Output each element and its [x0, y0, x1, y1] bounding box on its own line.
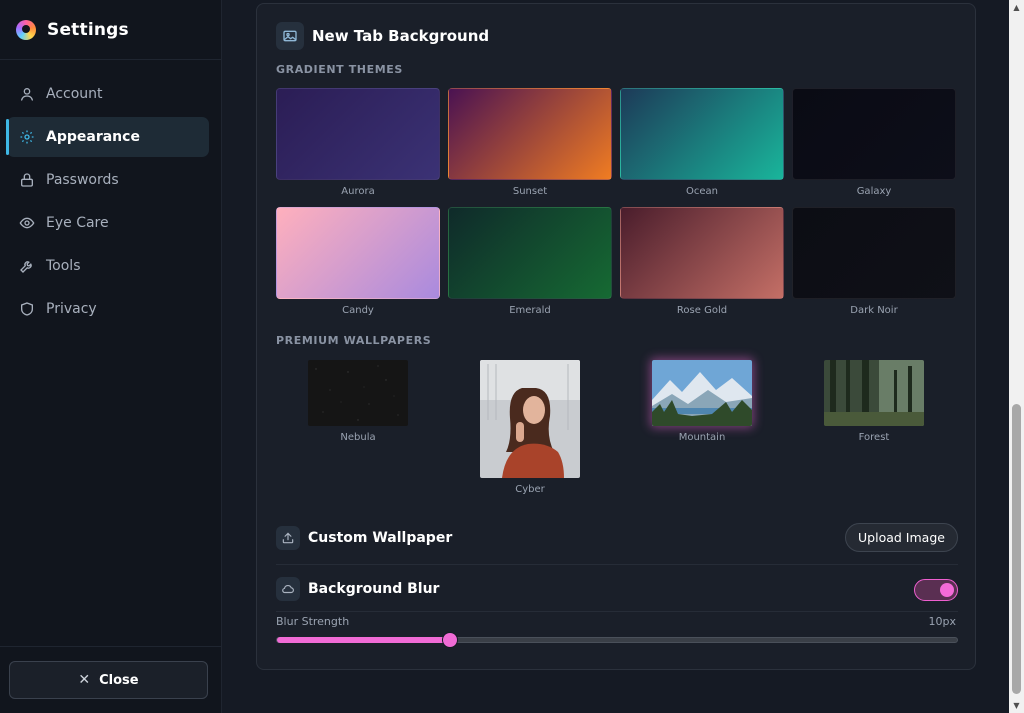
- theme-swatch[interactable]: [792, 207, 956, 299]
- theme-dark-noir[interactable]: Dark Noir: [792, 207, 956, 316]
- wallpaper-label: Mountain: [678, 432, 726, 443]
- close-button[interactable]: ✕ Close: [9, 661, 208, 699]
- background-blur-toggle[interactable]: [914, 579, 958, 601]
- theme-swatch[interactable]: [620, 207, 784, 299]
- wallpaper-mountain[interactable]: Mountain: [620, 360, 784, 495]
- theme-galaxy[interactable]: Galaxy: [792, 88, 956, 197]
- wallpaper-label: Forest: [858, 432, 890, 443]
- theme-label: Dark Noir: [850, 305, 898, 316]
- theme-label: Rose Gold: [676, 305, 728, 316]
- wallpaper-cyber[interactable]: Cyber: [448, 360, 612, 495]
- theme-swatch[interactable]: [276, 207, 440, 299]
- theme-label: Ocean: [686, 186, 718, 197]
- sidebar-item-label: Tools: [46, 258, 81, 274]
- theme-sunset[interactable]: Sunset: [448, 88, 612, 197]
- close-icon: ✕: [78, 672, 91, 688]
- wallpaper-forest[interactable]: Forest: [792, 360, 956, 495]
- sidebar-item-appearance[interactable]: Appearance: [6, 117, 209, 157]
- sidebar-item-eye-care[interactable]: Eye Care: [7, 203, 209, 243]
- scroll-thumb[interactable]: [1012, 404, 1021, 694]
- cloud-icon: [276, 577, 300, 601]
- upload-image-button[interactable]: Upload Image: [845, 523, 958, 552]
- theme-label: Aurora: [341, 186, 375, 197]
- sidebar-item-privacy[interactable]: Privacy: [7, 289, 209, 329]
- page-scrollbar[interactable]: ▲ ▼: [1009, 0, 1024, 713]
- sidebar-item-label: Account: [46, 86, 103, 102]
- lock-icon: [18, 171, 36, 189]
- premium-wallpapers: Nebula Cyber Mountain Forest: [276, 360, 958, 495]
- blur-strength-label: Blur Strength: [276, 615, 350, 628]
- divider: [276, 611, 958, 612]
- wallpaper-label: Nebula: [340, 432, 376, 443]
- close-button-label: Close: [99, 672, 139, 688]
- wallpaper-label: Cyber: [515, 484, 545, 495]
- gradient-themes-row-2: Candy Emerald Rose Gold Dark Noir: [276, 207, 958, 316]
- sidebar-item-account[interactable]: Account: [7, 74, 209, 114]
- premium-wallpapers-label: PREMIUM WALLPAPERS: [276, 334, 432, 347]
- upload-icon: [276, 526, 300, 550]
- theme-swatch[interactable]: [792, 88, 956, 180]
- sidebar-item-label: Eye Care: [46, 215, 109, 231]
- custom-wallpaper-row: Custom Wallpaper Upload Image: [276, 518, 958, 558]
- card-header: New Tab Background: [276, 22, 489, 50]
- wallpaper-nebula[interactable]: Nebula: [276, 360, 440, 495]
- scroll-up-icon[interactable]: ▲: [1009, 0, 1024, 15]
- theme-label: Galaxy: [856, 186, 892, 197]
- sidebar: Settings Account Appearance Passwords Ey…: [0, 0, 222, 713]
- theme-aurora[interactable]: Aurora: [276, 88, 440, 197]
- wallpaper-thumbnail[interactable]: [824, 360, 924, 426]
- new-tab-background-card: New Tab Background GRADIENT THEMES Auror…: [256, 3, 976, 670]
- theme-candy[interactable]: Candy: [276, 207, 440, 316]
- theme-swatch[interactable]: [276, 88, 440, 180]
- sidebar-title: Settings: [47, 19, 129, 40]
- theme-swatch[interactable]: [448, 88, 612, 180]
- custom-wallpaper-label: Custom Wallpaper: [308, 530, 453, 546]
- sidebar-footer: ✕ Close: [0, 646, 221, 713]
- sidebar-item-tools[interactable]: Tools: [7, 246, 209, 286]
- wallpaper-thumbnail[interactable]: [308, 360, 408, 426]
- blur-strength-value: 10px: [928, 615, 957, 628]
- sun-icon: [18, 128, 36, 146]
- sidebar-nav: Account Appearance Passwords Eye Care To…: [0, 60, 221, 329]
- card-title: New Tab Background: [312, 27, 490, 45]
- shield-icon: [18, 300, 36, 318]
- gradient-themes-row-1: Aurora Sunset Ocean Galaxy: [276, 88, 958, 197]
- wallpaper-thumbnail[interactable]: [652, 360, 752, 426]
- theme-label: Emerald: [509, 305, 551, 316]
- background-blur-row: Background Blur: [276, 569, 958, 609]
- theme-label: Sunset: [512, 186, 548, 197]
- sidebar-item-label: Privacy: [46, 301, 97, 317]
- main-content: New Tab Background GRADIENT THEMES Auror…: [223, 0, 1009, 713]
- background-blur-label: Background Blur: [308, 581, 440, 597]
- theme-swatch[interactable]: [620, 88, 784, 180]
- theme-rose-gold[interactable]: Rose Gold: [620, 207, 784, 316]
- toggle-knob: [940, 583, 954, 597]
- slider-thumb[interactable]: [442, 633, 457, 647]
- gradient-themes-label: GRADIENT THEMES: [276, 63, 403, 76]
- image-icon: [276, 22, 304, 50]
- wrench-icon: [18, 257, 36, 275]
- sidebar-item-passwords[interactable]: Passwords: [7, 160, 209, 200]
- blur-strength-slider[interactable]: [276, 633, 958, 647]
- app-logo-icon: [16, 19, 36, 40]
- theme-ocean[interactable]: Ocean: [620, 88, 784, 197]
- eye-icon: [18, 214, 36, 232]
- sidebar-item-label: Passwords: [46, 172, 119, 188]
- sidebar-item-label: Appearance: [46, 129, 140, 145]
- theme-label: Candy: [342, 305, 374, 316]
- divider: [276, 564, 958, 565]
- slider-fill: [277, 637, 450, 643]
- theme-emerald[interactable]: Emerald: [448, 207, 612, 316]
- user-icon: [18, 85, 36, 103]
- wallpaper-thumbnail[interactable]: [480, 360, 580, 478]
- sidebar-header: Settings: [0, 0, 221, 60]
- scroll-down-icon[interactable]: ▼: [1009, 698, 1024, 713]
- theme-swatch[interactable]: [448, 207, 612, 299]
